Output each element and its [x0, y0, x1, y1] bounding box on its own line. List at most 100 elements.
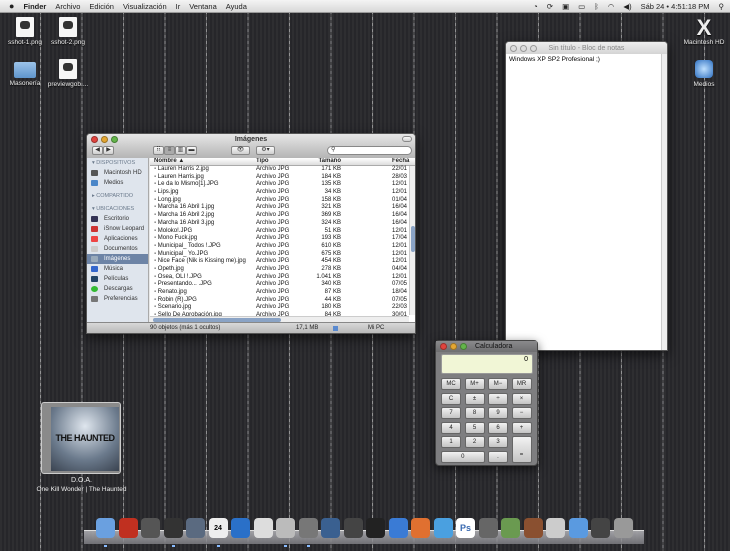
calc-key[interactable]: .	[488, 450, 508, 463]
menu-ventana[interactable]: Ventana	[189, 2, 217, 11]
image-capture-dock-icon[interactable]	[321, 518, 340, 538]
close-button[interactable]	[440, 343, 447, 350]
clock[interactable]: Sáb 24 • 4:51:18 PM	[641, 2, 710, 11]
time-machine-icon[interactable]: ◔	[533, 2, 538, 11]
quicktime-dock-icon[interactable]	[231, 518, 250, 538]
sync-icon[interactable]: ⟳	[547, 2, 553, 11]
photo-booth-dock-icon[interactable]	[118, 518, 138, 538]
screen-icon[interactable]: ▭	[578, 2, 585, 11]
calc-key[interactable]: 6	[488, 421, 508, 434]
close-button[interactable]	[91, 136, 98, 143]
menu-edicion[interactable]: Edición	[89, 2, 114, 11]
file-row[interactable]: Scenario.jpg 180 KB Archivo JPG 22/03	[150, 304, 415, 312]
minimize-button[interactable]	[450, 343, 457, 350]
calc-key[interactable]: M+	[464, 378, 485, 390]
calc-key[interactable]: 1	[441, 436, 461, 448]
search-field[interactable]: ⚲	[327, 146, 412, 155]
sidebar-item-imagenes[interactable]: Imágenes	[87, 254, 148, 264]
sidebar-item-musica[interactable]: Música	[87, 264, 148, 274]
calc-key[interactable]: +	[511, 421, 532, 434]
preview-dock-icon[interactable]	[298, 518, 318, 538]
sidebar-item-preferencias[interactable]: Preferencias	[87, 294, 148, 304]
zoom-button[interactable]	[460, 343, 467, 350]
file-row[interactable]: Marcha 16 Abril 1.jpg 321 KB Archivo JPG 16…	[150, 204, 415, 212]
abacus-dock-icon[interactable]	[523, 518, 543, 538]
display-icon[interactable]: ▣	[562, 2, 569, 11]
file-row[interactable]: Presentando... .JPG 340 KB Archivo JPG 07/0…	[150, 281, 415, 289]
wifi-icon[interactable]: ◠	[608, 2, 615, 11]
gimp-dock-icon[interactable]	[478, 518, 498, 538]
menu-archivo[interactable]: Archivo	[55, 2, 80, 11]
desktop-icon-sshot-2[interactable]: sshot-2.png	[46, 17, 90, 46]
x11-dock-icon[interactable]	[591, 518, 610, 538]
file-row[interactable]: Lauren Harris.jpg 184 KB Archivo JPG 28/03	[150, 174, 415, 182]
file-row[interactable]: Long.jpg 158 KB Archivo JPG 01/04	[150, 197, 415, 205]
sidebar-item-isnow-leopard[interactable]: iSnow Leopard	[87, 224, 148, 234]
calc-key[interactable]: −	[511, 407, 532, 419]
vertical-scrollbar[interactable]	[409, 166, 415, 315]
menu-ir[interactable]: Ir	[176, 2, 181, 11]
file-row[interactable]: Lips.jpg 34 KB Archivo JPG 12/01	[150, 189, 415, 197]
desktop-icon-previewgob[interactable]: previewgob....	[46, 59, 90, 88]
calc-key[interactable]: 3	[488, 436, 508, 448]
calc-key[interactable]: M−	[488, 378, 508, 390]
notepad-scrollbar[interactable]	[661, 54, 667, 350]
file-row[interactable]: Marcha 16 Abril 2.jpg 369 KB Archivo JPG 16…	[150, 212, 415, 220]
column-view-button[interactable]: ▥	[175, 146, 186, 155]
sidebar-item-escritorio[interactable]: Escritorio	[87, 214, 148, 224]
file-row[interactable]: Municipal_ Yo.JPG 675 KB Archivo JPG 12/01	[150, 251, 415, 259]
back-button[interactable]: ◀	[92, 146, 103, 155]
calc-key[interactable]: ×	[511, 392, 532, 405]
calc-key[interactable]: MC	[441, 378, 461, 390]
menu-visualizacion[interactable]: Visualización	[123, 2, 167, 11]
file-row[interactable]: Renato.jpg 87 KB Archivo JPG 18/04	[150, 289, 415, 297]
calculator-dock-icon[interactable]	[276, 518, 295, 538]
zoom-button[interactable]	[111, 136, 118, 143]
zoom-button[interactable]	[530, 44, 537, 52]
calc-key[interactable]: MR	[511, 378, 532, 390]
sidebar-header-places[interactable]: ▾ UBICACIONES	[87, 204, 148, 214]
file-row[interactable]: Opeth.jpg 278 KB Archivo JPG 04/04	[150, 266, 415, 274]
safari-dock-icon[interactable]	[141, 518, 160, 538]
calc-key[interactable]: ±	[464, 392, 485, 405]
sidebar-header-shared[interactable]: ▸ COMPARTIDO	[87, 191, 148, 201]
calc-key[interactable]: 7	[441, 407, 461, 419]
desktop-icon-macintosh-hd[interactable]: X Macintosh HD	[682, 17, 726, 47]
calc-key[interactable]: 4	[441, 421, 461, 434]
calc-key[interactable]: 8	[464, 407, 485, 419]
calc-key[interactable]: =	[511, 436, 532, 463]
spotlight-icon[interactable]: ⚲	[719, 2, 725, 11]
script-editor-dock-icon[interactable]	[366, 518, 385, 538]
minimize-button[interactable]	[520, 44, 527, 52]
notepad-text-area[interactable]: Windows XP SP2 Profesional ;)	[506, 54, 661, 350]
close-button[interactable]	[510, 44, 517, 52]
menu-finder[interactable]: Finder	[23, 2, 46, 11]
textedit-dock-icon[interactable]	[253, 518, 273, 538]
desktop-icon-sshot-1[interactable]: sshot-1.png	[3, 17, 47, 46]
sidebar-item-peliculas[interactable]: Películas	[87, 274, 148, 284]
sidebar-item-documentos[interactable]: Documentos	[87, 244, 148, 254]
list-view-button[interactable]: ≡	[164, 146, 175, 155]
file-row[interactable]: Osea, OLI !.JPG 1.041 KB Archivo JPG 12/01	[150, 274, 415, 282]
file-row[interactable]: Lauren Harris 2.jpg 171 KB Archivo JPG 22/0…	[150, 166, 415, 174]
file-row[interactable]: Moloko!.JPG 51 KB Archivo JPG 12/01	[150, 228, 415, 236]
volume-icon[interactable]: ◀)	[623, 2, 631, 11]
file-row[interactable]: Le da lo Mismo[1].JPG 135 KB Archivo JPG 12…	[150, 181, 415, 189]
android-dock-icon[interactable]	[501, 518, 520, 538]
action-menu-button[interactable]: ⚙▾	[256, 146, 275, 155]
itunes-dock-icon[interactable]	[163, 518, 183, 538]
calc-key[interactable]: 0	[441, 450, 485, 463]
menu-ayuda[interactable]: Ayuda	[226, 2, 247, 11]
sidebar-item-aplicaciones[interactable]: Aplicaciones	[87, 234, 148, 244]
bluetooth-icon[interactable]: ᛒ	[594, 2, 599, 11]
toolbar-toggle-button[interactable]	[402, 136, 412, 142]
column-header-size[interactable]: Tamaño	[318, 158, 341, 164]
icon-view-button[interactable]: ⠿	[153, 146, 164, 155]
file-row[interactable]: Mono Fuck.jpg 193 KB Archivo JPG 17/04	[150, 235, 415, 243]
desktop-icon-masoneria[interactable]: Masonería	[3, 62, 47, 87]
forward-button[interactable]: ▶	[103, 146, 114, 155]
keynote-dock-icon[interactable]	[388, 518, 408, 538]
calc-key[interactable]: 5	[464, 421, 485, 434]
iweb-dock-icon[interactable]	[433, 518, 453, 538]
file-row[interactable]: Marcha 16 Abril 3.jpg 324 KB Archivo JPG 16…	[150, 220, 415, 228]
